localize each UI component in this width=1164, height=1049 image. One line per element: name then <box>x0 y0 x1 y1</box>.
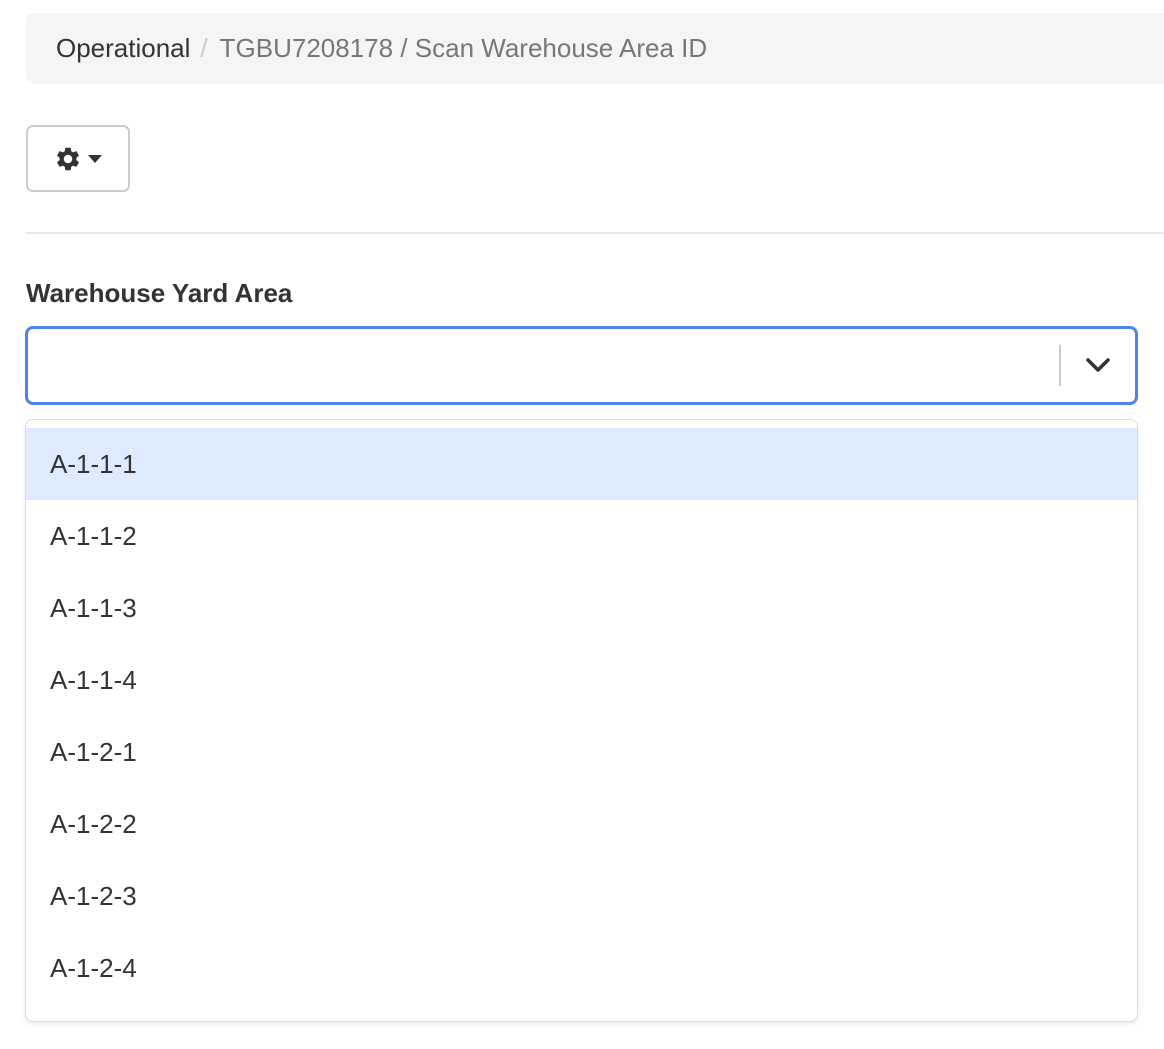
dropdown-option[interactable]: A-1-1-3 <box>26 572 1137 644</box>
dropdown-menu: A-1-1-1 A-1-1-2 A-1-1-3 A-1-1-4 A-1-2-1 A-1-2… <box>25 419 1138 1022</box>
dropdown-option[interactable]: A-1-1-4 <box>26 644 1137 716</box>
warehouse-yard-area-label: Warehouse Yard Area <box>26 278 293 308</box>
dropdown-option[interactable]: A-1-2-3 <box>26 860 1137 932</box>
section-divider <box>26 232 1164 234</box>
caret-down-icon <box>88 154 102 163</box>
breadcrumb-separator: / <box>200 33 208 63</box>
gear-icon <box>57 147 79 170</box>
dropdown-option[interactable]: A-1-2-2 <box>26 788 1137 860</box>
warehouse-yard-area-select[interactable] <box>25 326 1138 405</box>
settings-dropdown-button[interactable] <box>26 125 130 192</box>
breadcrumb-item-operational[interactable]: Operational <box>56 33 190 64</box>
select-value <box>50 329 1045 402</box>
page: Operational / TGBU7208178 / Scan Warehou… <box>0 0 1164 1049</box>
breadcrumb-current: TGBU7208178 / Scan Warehouse Area ID <box>219 33 708 63</box>
dropdown-option[interactable]: A-1-1-1 <box>26 428 1137 500</box>
indicator-separator <box>1059 345 1061 386</box>
breadcrumb: Operational / TGBU7208178 / Scan Warehou… <box>26 13 1164 84</box>
chevron-down-icon[interactable] <box>1085 357 1111 375</box>
dropdown-option[interactable]: A-1-2-1 <box>26 716 1137 788</box>
dropdown-option[interactable]: A-1-1-2 <box>26 500 1137 572</box>
dropdown-option[interactable]: A-1-2-4 <box>26 932 1137 1004</box>
